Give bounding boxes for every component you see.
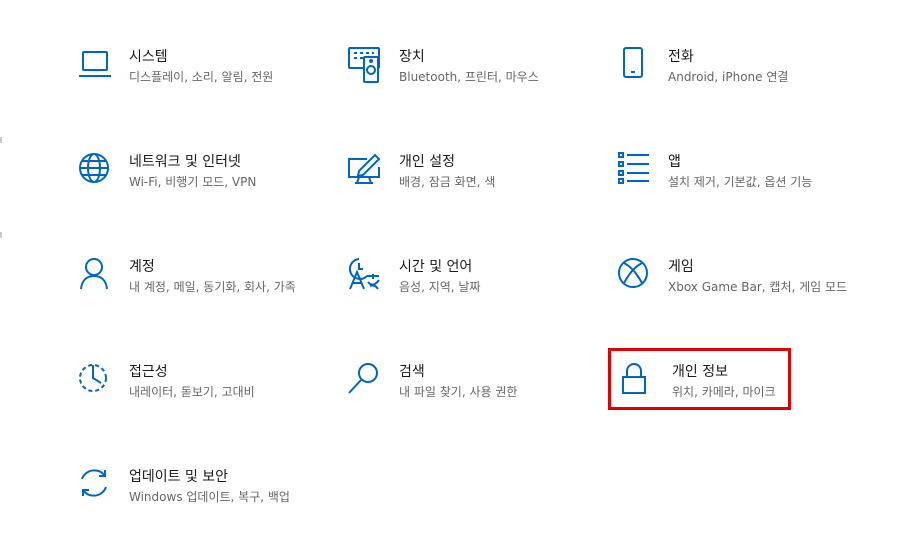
tile-description: 위치, 카메라, 마이크 (672, 385, 776, 399)
tile-title: 개인 정보 (672, 364, 728, 380)
tile-time-language[interactable]: 시간 및 언어 음성, 지역, 날짜 (347, 258, 577, 338)
laptop-icon (77, 48, 113, 84)
personalization-icon (347, 153, 383, 189)
phone-icon (616, 47, 652, 84)
tile-update-security[interactable]: 업데이트 및 보안 Windows 업데이트, 복구, 백업 (77, 468, 307, 548)
tile-title: 시간 및 언어 (399, 259, 473, 275)
window-edge-mark (0, 137, 2, 143)
tile-description: Wi-Fi, 비행기 모드, VPN (129, 175, 257, 189)
tile-description: 설치 제거, 기본값, 옵션 기능 (668, 175, 813, 189)
tile-title: 전화 (668, 49, 694, 65)
devices-icon (347, 47, 383, 84)
tile-title: 앱 (668, 154, 681, 170)
globe-icon (77, 153, 113, 189)
tile-system[interactable]: 시스템 디스플레이, 소리, 알림, 전원 (77, 48, 307, 128)
tile-description: Android, iPhone 연결 (668, 70, 789, 84)
tile-title: 검색 (399, 364, 425, 380)
tile-description: 디스플레이, 소리, 알림, 전원 (129, 70, 274, 84)
time-language-icon (347, 258, 383, 294)
tile-description: 내 계정, 메일, 동기화, 회사, 가족 (129, 280, 296, 294)
tile-title: 게임 (668, 259, 694, 275)
tile-title: 시스템 (129, 49, 168, 65)
tile-description: 음성, 지역, 날짜 (399, 280, 481, 294)
tile-title: 개인 설정 (399, 154, 455, 170)
window-edge-mark (0, 232, 2, 238)
tile-title: 접근성 (129, 364, 168, 380)
tile-devices[interactable]: 장치 Bluetooth, 프린터, 마우스 (347, 47, 577, 128)
lock-icon (620, 363, 656, 399)
tile-description: 내레이터, 돋보기, 고대비 (129, 385, 255, 399)
accessibility-timer-icon (77, 363, 113, 399)
tile-description: 내 파일 찾기, 사용 권한 (399, 385, 518, 399)
tile-description: Bluetooth, 프린터, 마우스 (399, 70, 539, 84)
tile-personalization[interactable]: 개인 설정 배경, 잠금 화면, 색 (347, 153, 577, 233)
tile-title: 장치 (399, 49, 425, 65)
tile-privacy[interactable]: 개인 정보 위치, 카메라, 마이크 (620, 363, 850, 443)
tile-title: 계정 (129, 259, 155, 275)
tile-network[interactable]: 네트워크 및 인터넷 Wi-Fi, 비행기 모드, VPN (77, 153, 307, 233)
tile-title: 업데이트 및 보안 (129, 469, 229, 485)
search-icon (347, 363, 383, 399)
tile-apps[interactable]: 앱 설치 제거, 기본값, 옵션 기능 (616, 152, 846, 233)
tile-description: Windows 업데이트, 복구, 백업 (129, 490, 290, 504)
tile-title: 네트워크 및 인터넷 (129, 154, 241, 170)
tile-description: Xbox Game Bar, 캡처, 게임 모드 (668, 280, 848, 294)
apps-list-icon (616, 152, 652, 189)
tile-gaming[interactable]: 게임 Xbox Game Bar, 캡처, 게임 모드 (616, 258, 847, 338)
tile-search[interactable]: 검색 내 파일 찾기, 사용 권한 (347, 363, 577, 443)
tile-description: 배경, 잠금 화면, 색 (399, 175, 496, 189)
sync-icon (77, 468, 113, 504)
tile-accounts[interactable]: 계정 내 계정, 메일, 동기화, 회사, 가족 (77, 258, 307, 338)
person-icon (77, 258, 113, 294)
xbox-icon (616, 258, 652, 294)
tile-phone[interactable]: 전화 Android, iPhone 연결 (616, 47, 846, 128)
tile-accessibility[interactable]: 접근성 내레이터, 돋보기, 고대비 (77, 363, 307, 443)
